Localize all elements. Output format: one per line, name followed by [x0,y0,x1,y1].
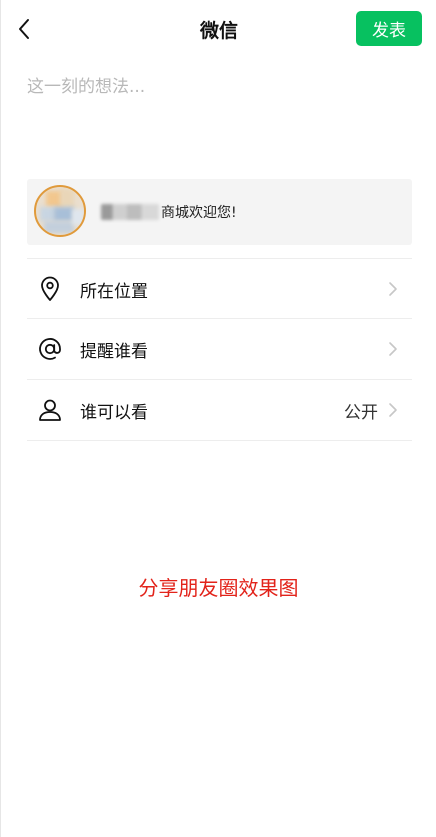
share-thumbnail [34,185,86,237]
option-visibility[interactable]: 谁可以看 公开 [27,380,412,440]
share-title: 商城欢迎您! [161,205,237,221]
publish-button[interactable]: 发表 [356,11,422,46]
chevron-right-icon [389,403,397,417]
at-sign-icon [37,336,63,362]
shared-link-card[interactable]: 商城欢迎您! [27,179,412,245]
moments-compose-screen: 微信 发表 商城欢迎您! 所在位置 [0,0,436,837]
list-divider [27,440,412,441]
option-label: 所在位置 [80,281,148,302]
chevron-right-icon [389,282,397,296]
caption-text: 分享朋友圈效果图 [138,576,299,600]
redacted-store-name [101,204,159,220]
location-pin-icon [37,276,63,302]
chevron-right-icon [389,342,397,356]
option-mention[interactable]: 提醒谁看 [27,319,412,379]
option-location[interactable]: 所在位置 [27,259,412,319]
share-title-wrap: 商城欢迎您! [101,201,237,223]
person-icon [37,397,63,423]
thought-input[interactable] [27,68,407,166]
option-label: 提醒谁看 [80,341,148,362]
top-bar: 微信 发表 [1,0,436,58]
option-value: 公开 [344,402,378,423]
option-label: 谁可以看 [80,402,148,423]
